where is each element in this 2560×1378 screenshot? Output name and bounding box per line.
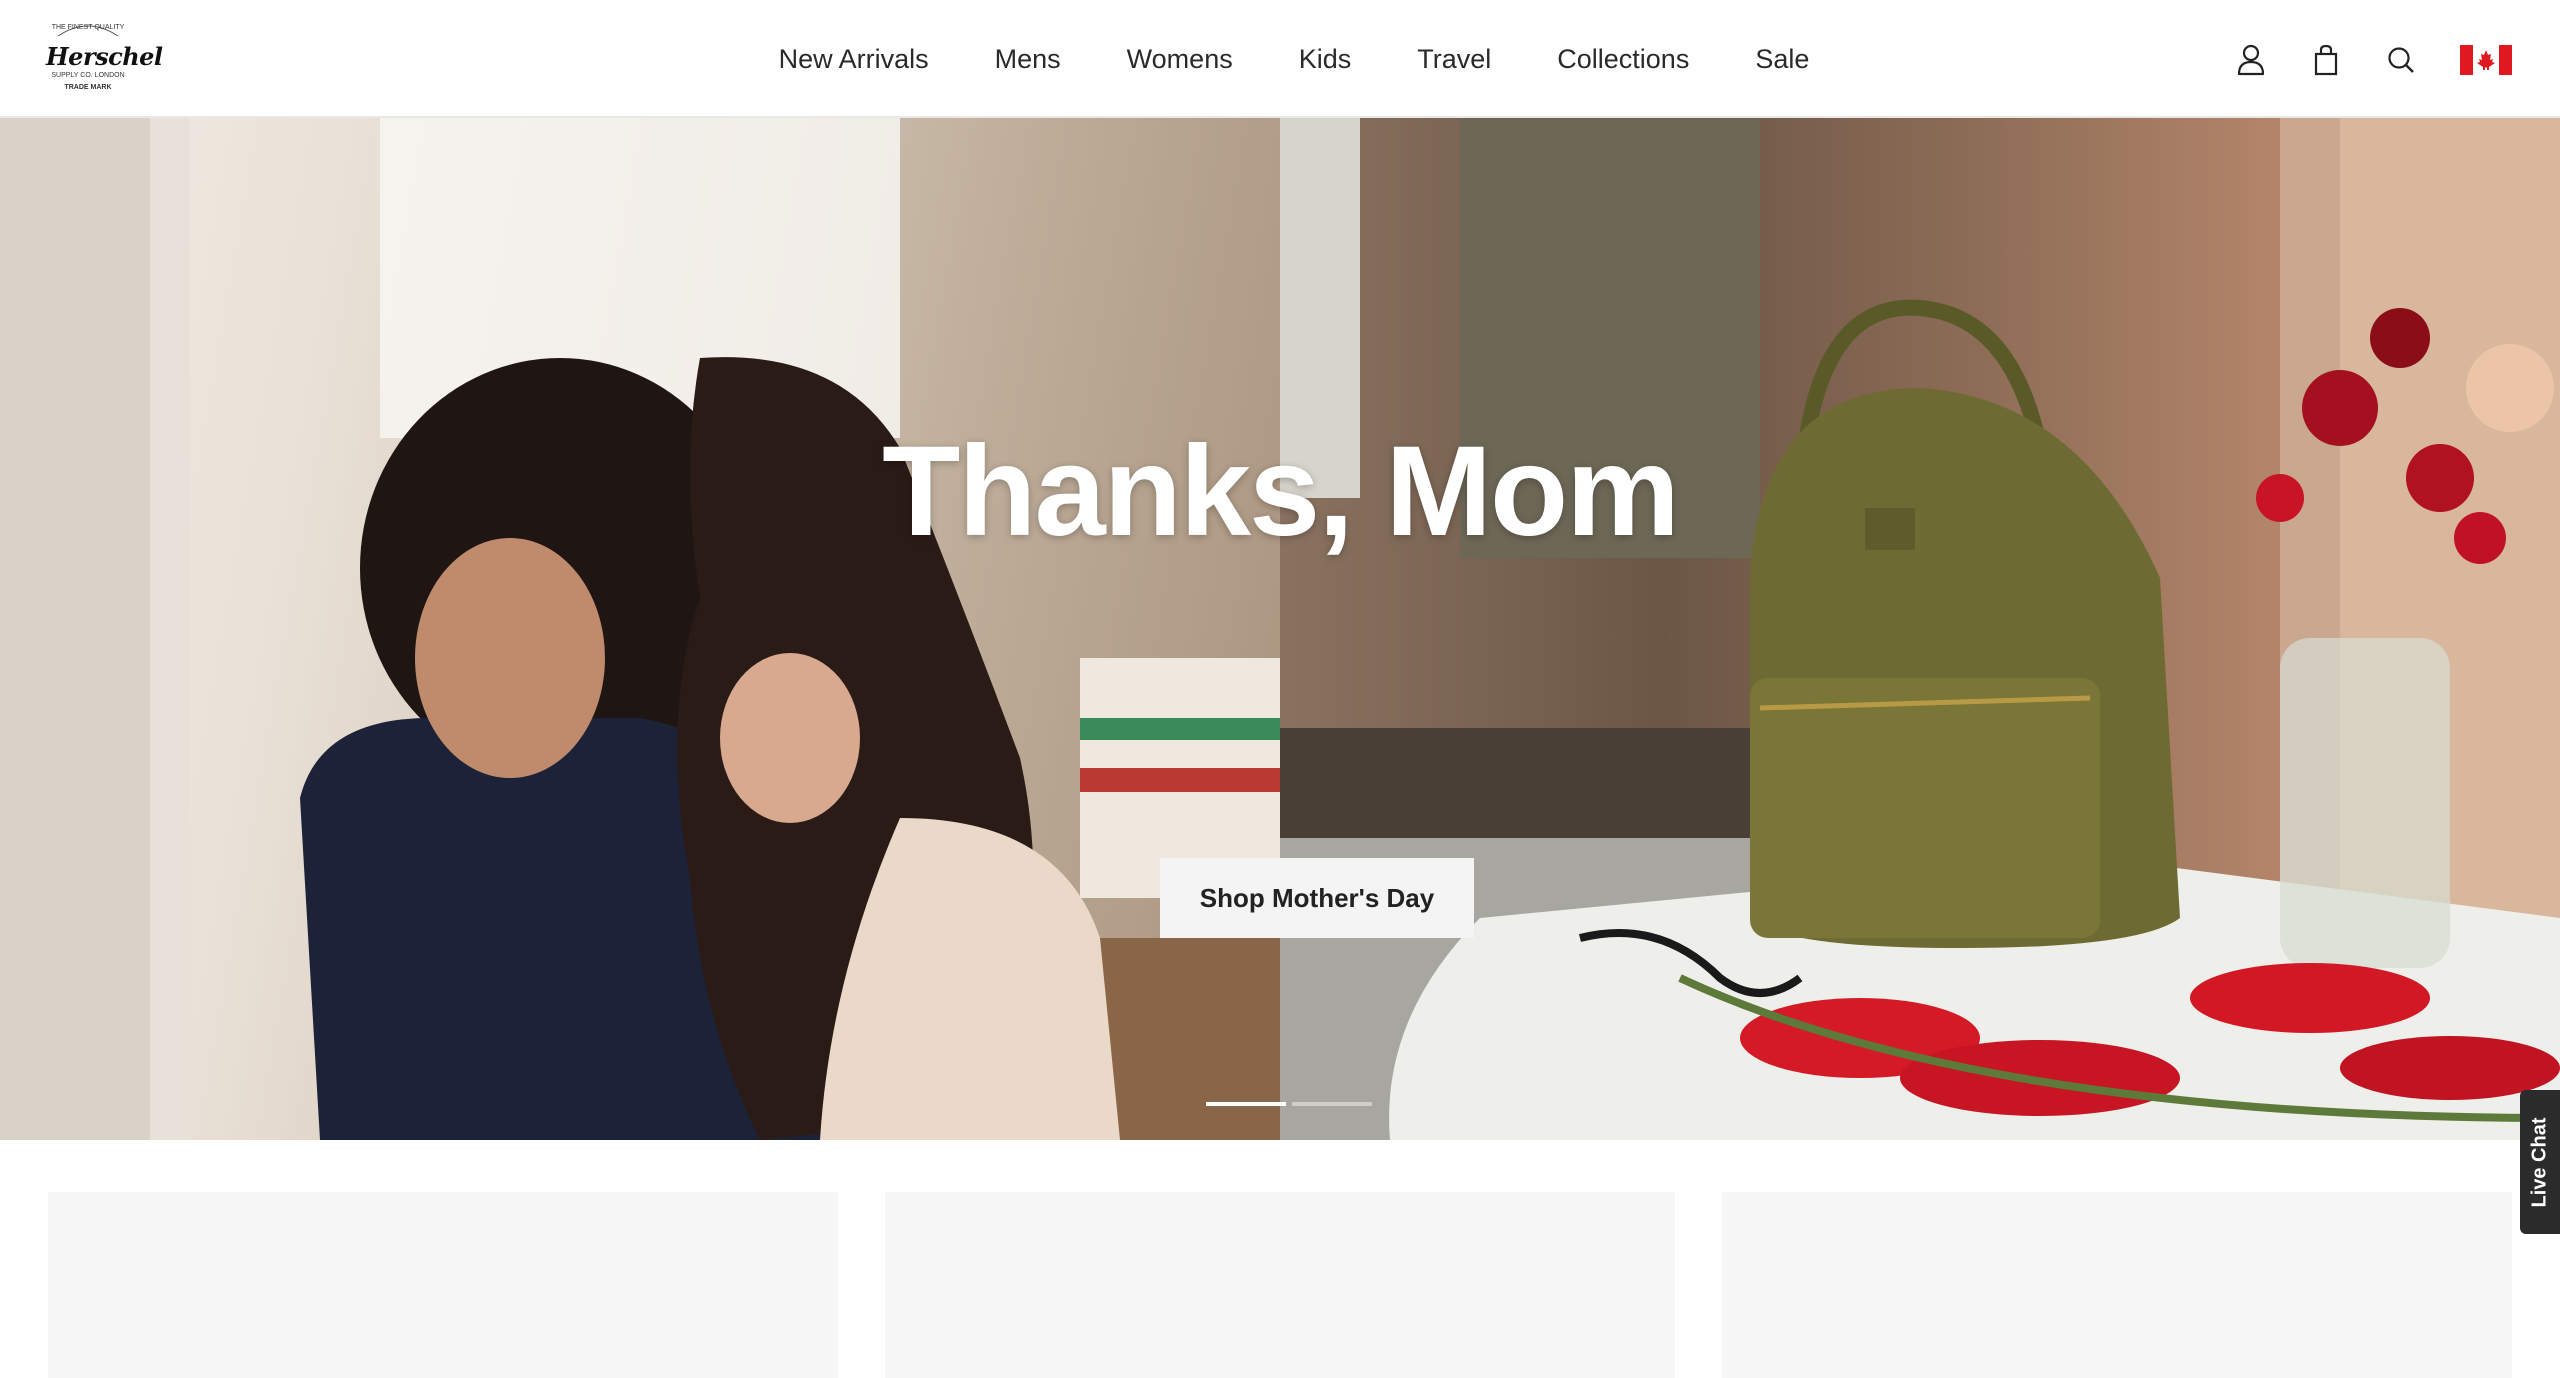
search-icon[interactable] bbox=[2386, 40, 2416, 80]
account-icon[interactable] bbox=[2236, 40, 2266, 80]
nav-collections[interactable]: Collections bbox=[1557, 44, 1689, 75]
product-card-1[interactable] bbox=[48, 1192, 838, 1378]
nav-sale[interactable]: Sale bbox=[1755, 44, 1809, 75]
product-card-3[interactable] bbox=[1722, 1192, 2512, 1378]
canada-flag-icon[interactable] bbox=[2460, 40, 2512, 80]
slide-dot-1[interactable] bbox=[1206, 1102, 1286, 1106]
bag-icon[interactable] bbox=[2314, 40, 2338, 80]
nav-womens[interactable]: Womens bbox=[1127, 44, 1233, 75]
nav-mens[interactable]: Mens bbox=[995, 44, 1061, 75]
nav-travel[interactable]: Travel bbox=[1417, 44, 1491, 75]
hero-image-backpack-flowers bbox=[1280, 118, 2560, 1140]
logo-wordmark: Herschel bbox=[46, 42, 163, 71]
hero-title: Thanks, Mom bbox=[882, 420, 1680, 563]
slide-indicator bbox=[1206, 1102, 1372, 1106]
logo-trademark: TRADE MARK bbox=[64, 84, 112, 91]
herschel-logo[interactable]: THE FINEST QUALITY Herschel SUPPLY CO. L… bbox=[46, 20, 163, 96]
logo-top-text: THE FINEST QUALITY bbox=[51, 24, 125, 31]
main-nav: New Arrivals Mens Womens Kids Travel Col… bbox=[0, 0, 2560, 118]
live-chat-button[interactable]: Live Chat bbox=[2520, 1090, 2560, 1234]
nav-kids[interactable]: Kids bbox=[1299, 44, 1352, 75]
slide-dot-2[interactable] bbox=[1292, 1102, 1372, 1106]
live-chat-label: Live Chat bbox=[2528, 1116, 2551, 1208]
site-header: THE FINEST QUALITY Herschel SUPPLY CO. L… bbox=[0, 0, 2560, 118]
shop-mothers-day-button[interactable]: Shop Mother's Day bbox=[1160, 858, 1474, 938]
product-card-2[interactable] bbox=[885, 1192, 1675, 1378]
nav-new-arrivals[interactable]: New Arrivals bbox=[779, 44, 929, 75]
logo-sub-text: SUPPLY CO. LONDON bbox=[51, 72, 125, 79]
hero-banner: Thanks, Mom Shop Mother's Day bbox=[0, 118, 2560, 1140]
hero-image-mother-daughter bbox=[0, 118, 1280, 1140]
